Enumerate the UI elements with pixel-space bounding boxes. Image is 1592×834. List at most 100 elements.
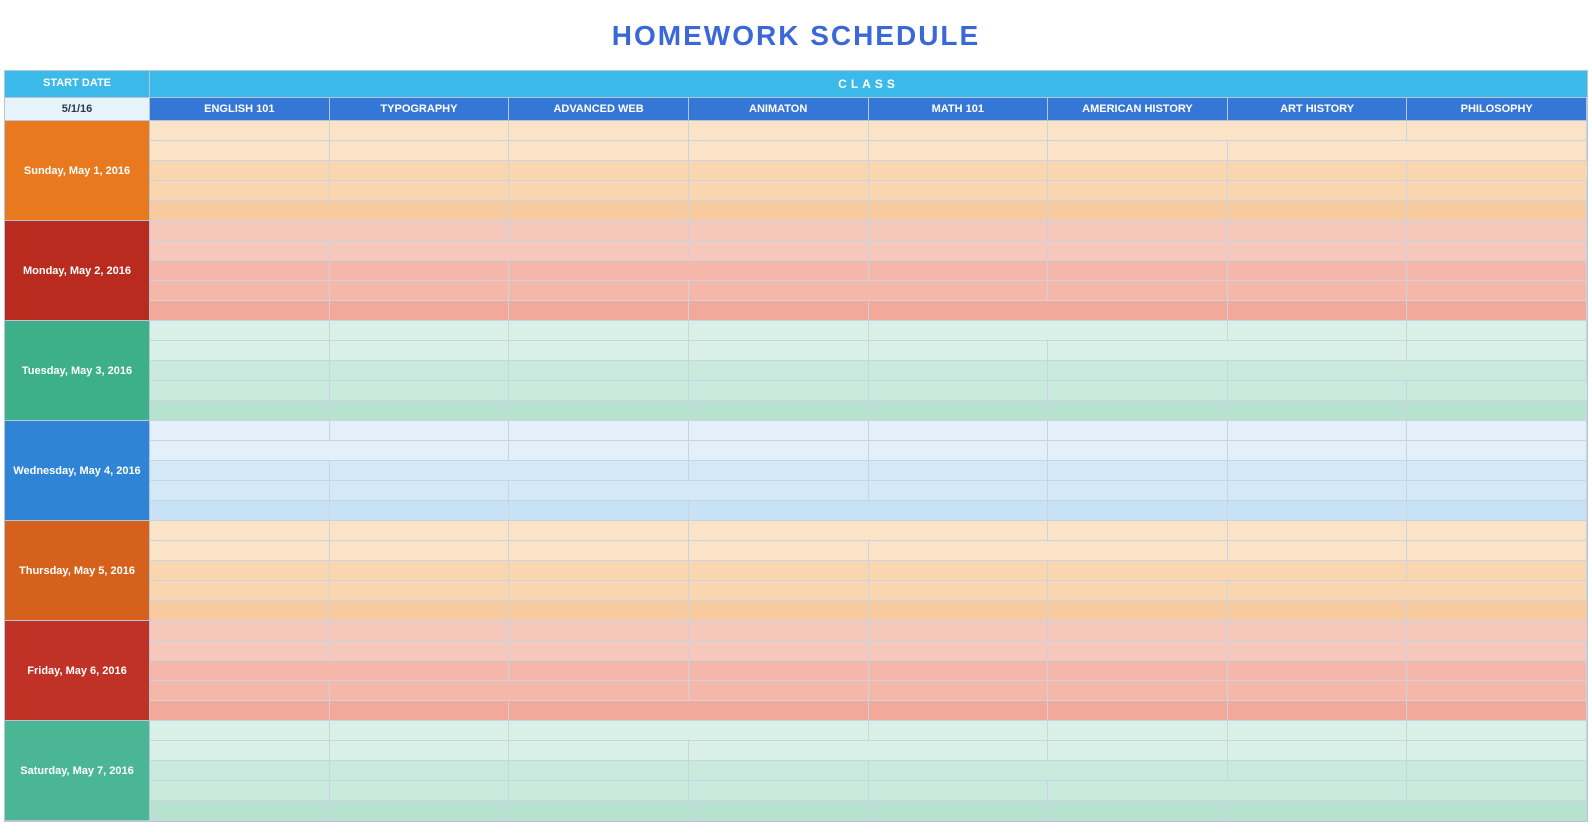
schedule-cell[interactable]: [1407, 621, 1587, 641]
schedule-cell[interactable]: [330, 201, 510, 221]
schedule-cell[interactable]: [869, 741, 1049, 761]
schedule-cell[interactable]: [1048, 261, 1228, 281]
schedule-cell[interactable]: [330, 241, 510, 261]
schedule-cell[interactable]: [689, 801, 869, 821]
schedule-cell[interactable]: [150, 581, 330, 601]
schedule-cell[interactable]: [509, 561, 689, 581]
schedule-cell[interactable]: [1048, 301, 1228, 321]
schedule-cell[interactable]: [150, 421, 330, 441]
schedule-cell[interactable]: [330, 701, 510, 721]
schedule-cell[interactable]: [1228, 681, 1408, 701]
schedule-cell[interactable]: [509, 781, 689, 801]
schedule-cell[interactable]: [1228, 121, 1408, 141]
schedule-cell[interactable]: [150, 141, 330, 161]
schedule-cell[interactable]: [689, 641, 869, 661]
schedule-cell[interactable]: [689, 721, 869, 741]
schedule-cell[interactable]: [509, 361, 689, 381]
schedule-cell[interactable]: [509, 141, 689, 161]
schedule-cell[interactable]: [1407, 421, 1587, 441]
schedule-cell[interactable]: [869, 641, 1049, 661]
schedule-cell[interactable]: [330, 301, 510, 321]
schedule-cell[interactable]: [330, 521, 510, 541]
schedule-cell[interactable]: [689, 341, 869, 361]
schedule-cell[interactable]: [1048, 661, 1228, 681]
schedule-cell[interactable]: [1407, 801, 1587, 821]
schedule-cell[interactable]: [869, 621, 1049, 641]
schedule-cell[interactable]: [150, 741, 330, 761]
schedule-cell[interactable]: [509, 201, 689, 221]
schedule-cell[interactable]: [1228, 521, 1408, 541]
schedule-cell[interactable]: [1407, 541, 1587, 561]
schedule-cell[interactable]: [1048, 361, 1228, 381]
schedule-cell[interactable]: [1407, 241, 1587, 261]
schedule-cell[interactable]: [689, 321, 869, 341]
schedule-cell[interactable]: [1228, 281, 1408, 301]
schedule-cell[interactable]: [150, 461, 330, 481]
schedule-cell[interactable]: [869, 321, 1049, 341]
schedule-cell[interactable]: [509, 701, 689, 721]
schedule-cell[interactable]: [689, 121, 869, 141]
schedule-cell[interactable]: [150, 641, 330, 661]
schedule-cell[interactable]: [869, 501, 1049, 521]
schedule-cell[interactable]: [509, 541, 689, 561]
schedule-cell[interactable]: [1228, 321, 1408, 341]
schedule-cell[interactable]: [1048, 501, 1228, 521]
schedule-cell[interactable]: [509, 301, 689, 321]
schedule-cell[interactable]: [1228, 701, 1408, 721]
schedule-cell[interactable]: [869, 121, 1049, 141]
schedule-cell[interactable]: [1228, 241, 1408, 261]
schedule-cell[interactable]: [150, 321, 330, 341]
schedule-cell[interactable]: [869, 781, 1049, 801]
schedule-cell[interactable]: [1048, 241, 1228, 261]
schedule-cell[interactable]: [509, 721, 689, 741]
schedule-cell[interactable]: [509, 581, 689, 601]
schedule-cell[interactable]: [1228, 301, 1408, 321]
schedule-cell[interactable]: [1407, 161, 1587, 181]
schedule-cell[interactable]: [330, 721, 510, 741]
schedule-cell[interactable]: [330, 121, 510, 141]
schedule-cell[interactable]: [1048, 801, 1228, 821]
schedule-cell[interactable]: [869, 181, 1049, 201]
schedule-cell[interactable]: [330, 481, 510, 501]
schedule-cell[interactable]: [869, 441, 1049, 461]
schedule-cell[interactable]: [1228, 781, 1408, 801]
schedule-cell[interactable]: [330, 261, 510, 281]
schedule-cell[interactable]: [150, 721, 330, 741]
schedule-cell[interactable]: [689, 221, 869, 241]
schedule-cell[interactable]: [330, 681, 510, 701]
schedule-cell[interactable]: [1407, 261, 1587, 281]
schedule-cell[interactable]: [150, 761, 330, 781]
schedule-cell[interactable]: [150, 361, 330, 381]
schedule-cell[interactable]: [1407, 521, 1587, 541]
schedule-cell[interactable]: [869, 161, 1049, 181]
schedule-cell[interactable]: [330, 441, 510, 461]
schedule-cell[interactable]: [689, 561, 869, 581]
schedule-cell[interactable]: [509, 241, 689, 261]
schedule-cell[interactable]: [509, 381, 689, 401]
schedule-cell[interactable]: [1407, 561, 1587, 581]
schedule-cell[interactable]: [1228, 141, 1408, 161]
schedule-cell[interactable]: [1048, 121, 1228, 141]
schedule-cell[interactable]: [689, 181, 869, 201]
schedule-cell[interactable]: [689, 141, 869, 161]
schedule-cell[interactable]: [869, 561, 1049, 581]
schedule-cell[interactable]: [1048, 741, 1228, 761]
schedule-cell[interactable]: [509, 261, 689, 281]
schedule-cell[interactable]: [689, 621, 869, 641]
schedule-cell[interactable]: [150, 781, 330, 801]
schedule-cell[interactable]: [689, 741, 869, 761]
schedule-cell[interactable]: [869, 381, 1049, 401]
schedule-cell[interactable]: [1228, 581, 1408, 601]
schedule-cell[interactable]: [150, 301, 330, 321]
schedule-cell[interactable]: [509, 121, 689, 141]
schedule-cell[interactable]: [509, 761, 689, 781]
schedule-cell[interactable]: [1048, 461, 1228, 481]
schedule-cell[interactable]: [1048, 381, 1228, 401]
schedule-cell[interactable]: [1228, 641, 1408, 661]
schedule-cell[interactable]: [330, 341, 510, 361]
schedule-cell[interactable]: [869, 701, 1049, 721]
schedule-cell[interactable]: [330, 281, 510, 301]
schedule-cell[interactable]: [689, 201, 869, 221]
schedule-cell[interactable]: [150, 401, 330, 421]
schedule-cell[interactable]: [689, 301, 869, 321]
